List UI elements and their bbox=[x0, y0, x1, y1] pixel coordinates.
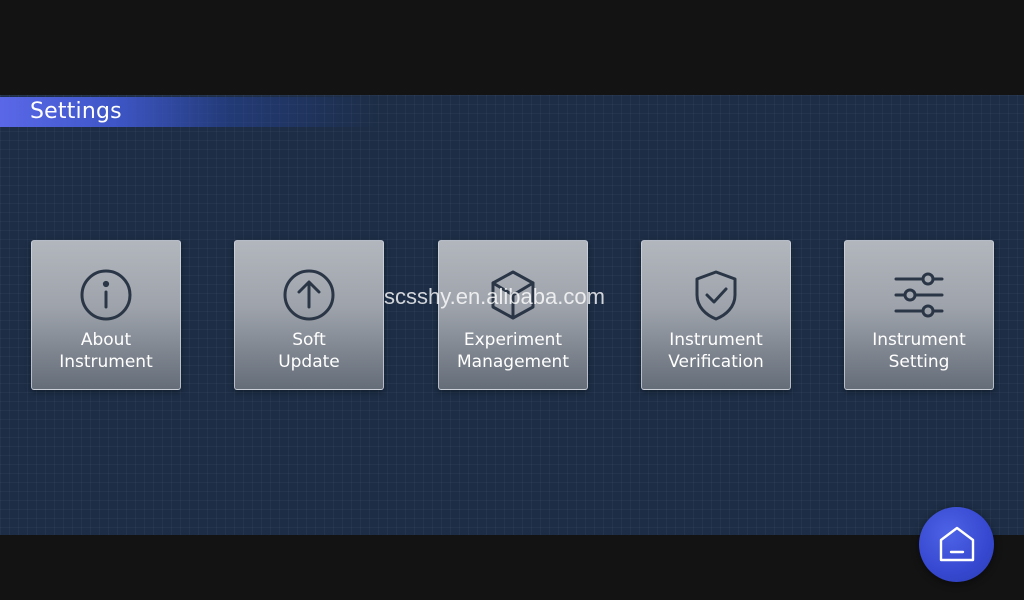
tile-label: Instrument Setting bbox=[872, 330, 966, 372]
instrument-setting-button[interactable]: Instrument Setting bbox=[844, 240, 994, 390]
about-instrument-button[interactable]: About Instrument bbox=[31, 240, 181, 390]
upload-arrow-icon bbox=[281, 267, 337, 323]
tile-label: Experiment Management bbox=[457, 330, 569, 372]
experiment-management-button[interactable]: Experiment Management bbox=[438, 240, 588, 390]
instrument-verification-button[interactable]: Instrument Verification bbox=[641, 240, 791, 390]
tile-label: Soft Update bbox=[278, 330, 340, 372]
info-icon bbox=[78, 267, 134, 323]
home-icon bbox=[939, 526, 975, 562]
home-button[interactable] bbox=[919, 507, 994, 582]
tile-label: Instrument Verification bbox=[668, 330, 764, 372]
tile-label: About Instrument bbox=[59, 330, 153, 372]
sliders-icon bbox=[891, 267, 947, 323]
cube-icon bbox=[485, 267, 541, 323]
soft-update-button[interactable]: Soft Update bbox=[234, 240, 384, 390]
settings-screen: Settings About Instrument Soft Update Ex… bbox=[0, 0, 1024, 600]
shield-check-icon bbox=[688, 267, 744, 323]
page-title: Settings bbox=[30, 99, 122, 124]
